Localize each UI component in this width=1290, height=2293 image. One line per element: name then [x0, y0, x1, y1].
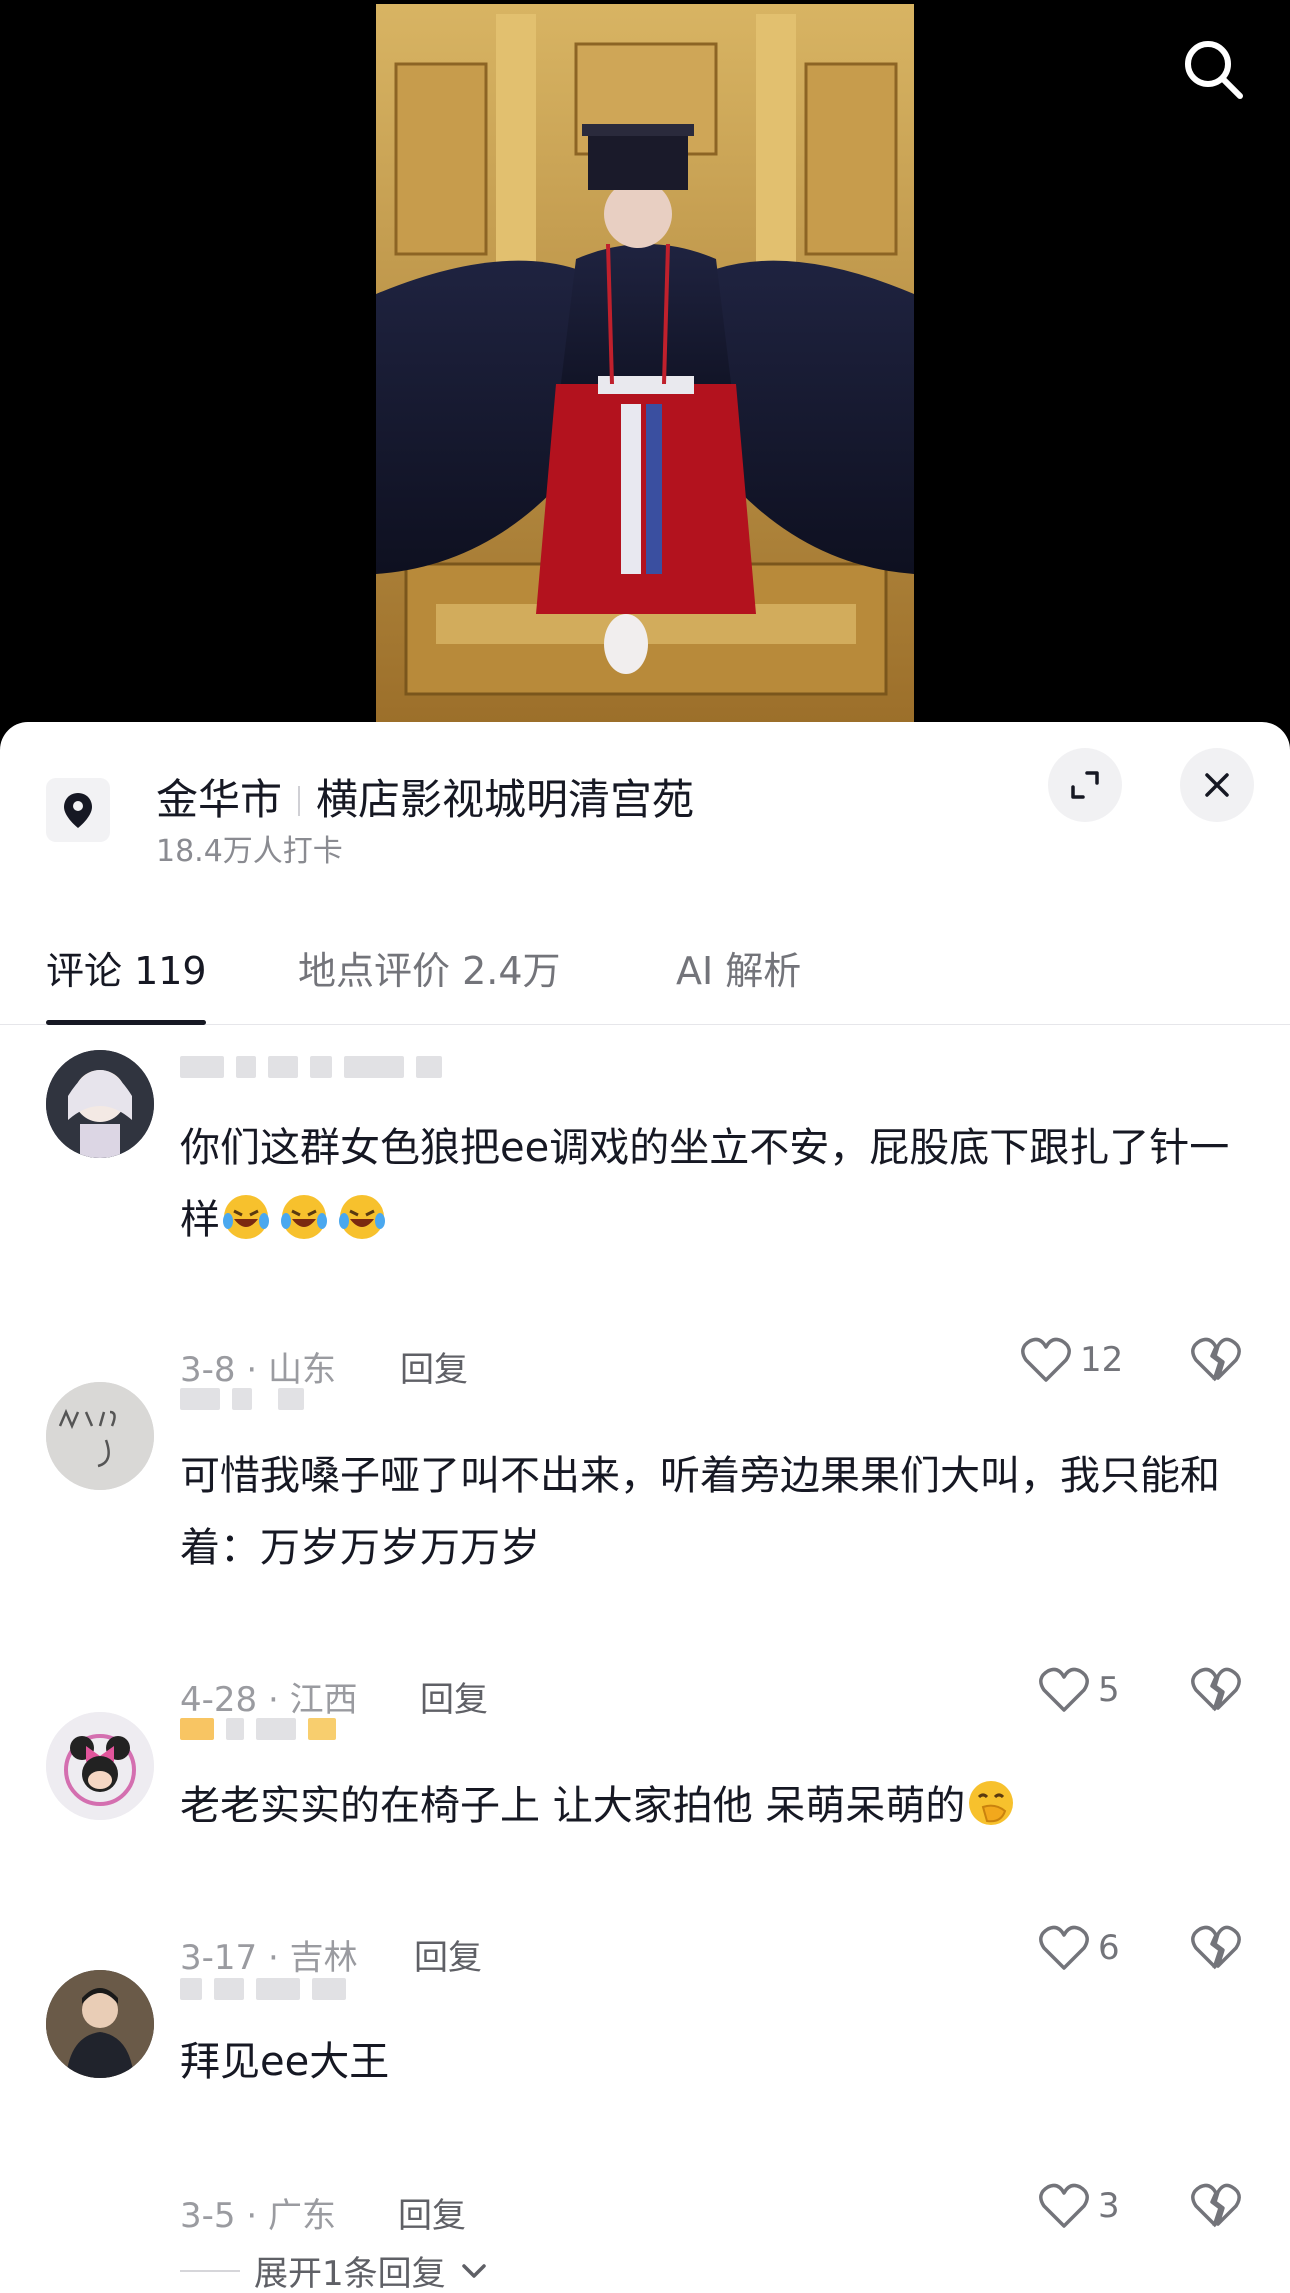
- search-button[interactable]: [1178, 34, 1250, 106]
- tab-location-reviews[interactable]: 地点评价 2.4万: [298, 940, 561, 995]
- dislike-button[interactable]: [1190, 1666, 1242, 1718]
- tab-ai-analysis[interactable]: AI 解析: [676, 940, 801, 995]
- username-redacted[interactable]: [180, 1050, 442, 1084]
- close-button[interactable]: [1180, 748, 1254, 822]
- avatar[interactable]: [46, 1712, 154, 1820]
- hand-over-mouth-emoji-icon: [969, 1781, 1014, 1825]
- location-place: 横店影视城明清宫苑: [316, 775, 695, 824]
- comment-date-region: 3-5 · 广东: [180, 2196, 336, 2236]
- heart-icon: [1039, 1667, 1089, 1712]
- laugh-cry-emoji-icon: [281, 1195, 327, 1239]
- like-button[interactable]: 6: [1038, 1924, 1120, 1972]
- username-redacted[interactable]: [180, 1382, 304, 1416]
- broken-heart-icon: [1191, 1337, 1241, 1382]
- tab-active-indicator: [46, 1020, 206, 1025]
- dislike-button[interactable]: [1190, 1336, 1242, 1388]
- like-button[interactable]: 3: [1038, 2182, 1120, 2230]
- like-count: 5: [1098, 1670, 1120, 1710]
- location-pin-icon: [46, 778, 110, 842]
- username-redacted[interactable]: [180, 1972, 346, 2006]
- video-thumbnail[interactable]: [376, 4, 914, 724]
- like-button[interactable]: 12: [1020, 1336, 1123, 1384]
- close-icon: [1205, 773, 1229, 797]
- like-count: 3: [1098, 2186, 1120, 2226]
- reply-button[interactable]: 回复: [400, 1342, 468, 1391]
- avatar[interactable]: [46, 1050, 154, 1158]
- expand-replies-button[interactable]: 展开1条回复: [180, 2246, 488, 2293]
- avatar[interactable]: [46, 1382, 154, 1490]
- video-image-emperor-on-throne: [376, 4, 914, 724]
- heart-icon: [1039, 1925, 1089, 1970]
- checkin-count: 18.4万人打卡: [156, 834, 343, 869]
- divider: [180, 2269, 240, 2272]
- like-button[interactable]: 5: [1038, 1666, 1120, 1714]
- like-count: 12: [1080, 1340, 1124, 1380]
- like-count: 6: [1098, 1928, 1120, 1968]
- broken-heart-icon: [1191, 1925, 1241, 1970]
- location-title[interactable]: 金华市 横店影视城明清宫苑: [156, 766, 694, 827]
- expand-button[interactable]: [1048, 748, 1122, 822]
- reply-button[interactable]: 回复: [420, 1672, 488, 1721]
- comment-text: 可惜我嗓子哑了叫不出来，听着旁边果果们大叫，我只能和着：万岁万岁万万岁: [180, 1453, 1220, 1571]
- comment-text: 拜见ee大王: [180, 2039, 390, 2085]
- laugh-cry-emoji-icon: [223, 1195, 269, 1239]
- heart-icon: [1021, 1337, 1071, 1382]
- comments-sheet: 金华市 横店影视城明清宫苑 18.4万人打卡 评论 119 地点评价 2.4万 A…: [0, 722, 1290, 2293]
- avatar[interactable]: [46, 1970, 154, 2078]
- tab-comments[interactable]: 评论 119: [46, 940, 207, 995]
- location-city: 金华市: [156, 775, 283, 824]
- comment-text: 你们这群女色狼把ee调戏的坐立不安，屁股底下跟扎了针一样: [180, 1125, 1230, 1243]
- broken-heart-icon: [1191, 2183, 1241, 2228]
- reply-button[interactable]: 回复: [414, 1930, 482, 1979]
- reply-button[interactable]: 回复: [398, 2188, 466, 2237]
- laugh-cry-emoji-icon: [339, 1195, 385, 1239]
- broken-heart-icon: [1191, 1667, 1241, 1712]
- dislike-button[interactable]: [1190, 1924, 1242, 1976]
- expand-replies-label: 展开1条回复: [254, 2254, 446, 2293]
- video-player[interactable]: [0, 0, 1290, 740]
- tab-bar: 评论 119 地点评价 2.4万 AI 解析: [0, 940, 1290, 1025]
- chevron-down-icon: [461, 2263, 486, 2278]
- divider: [298, 786, 301, 816]
- search-icon: [1185, 41, 1243, 99]
- expand-icon: [1071, 771, 1099, 799]
- dislike-button[interactable]: [1190, 2182, 1242, 2234]
- heart-icon: [1039, 2183, 1089, 2228]
- username-redacted[interactable]: [180, 1712, 336, 1746]
- comment-text: 老老实实的在椅子上 让大家拍他 呆萌呆萌的: [180, 1770, 1250, 1842]
